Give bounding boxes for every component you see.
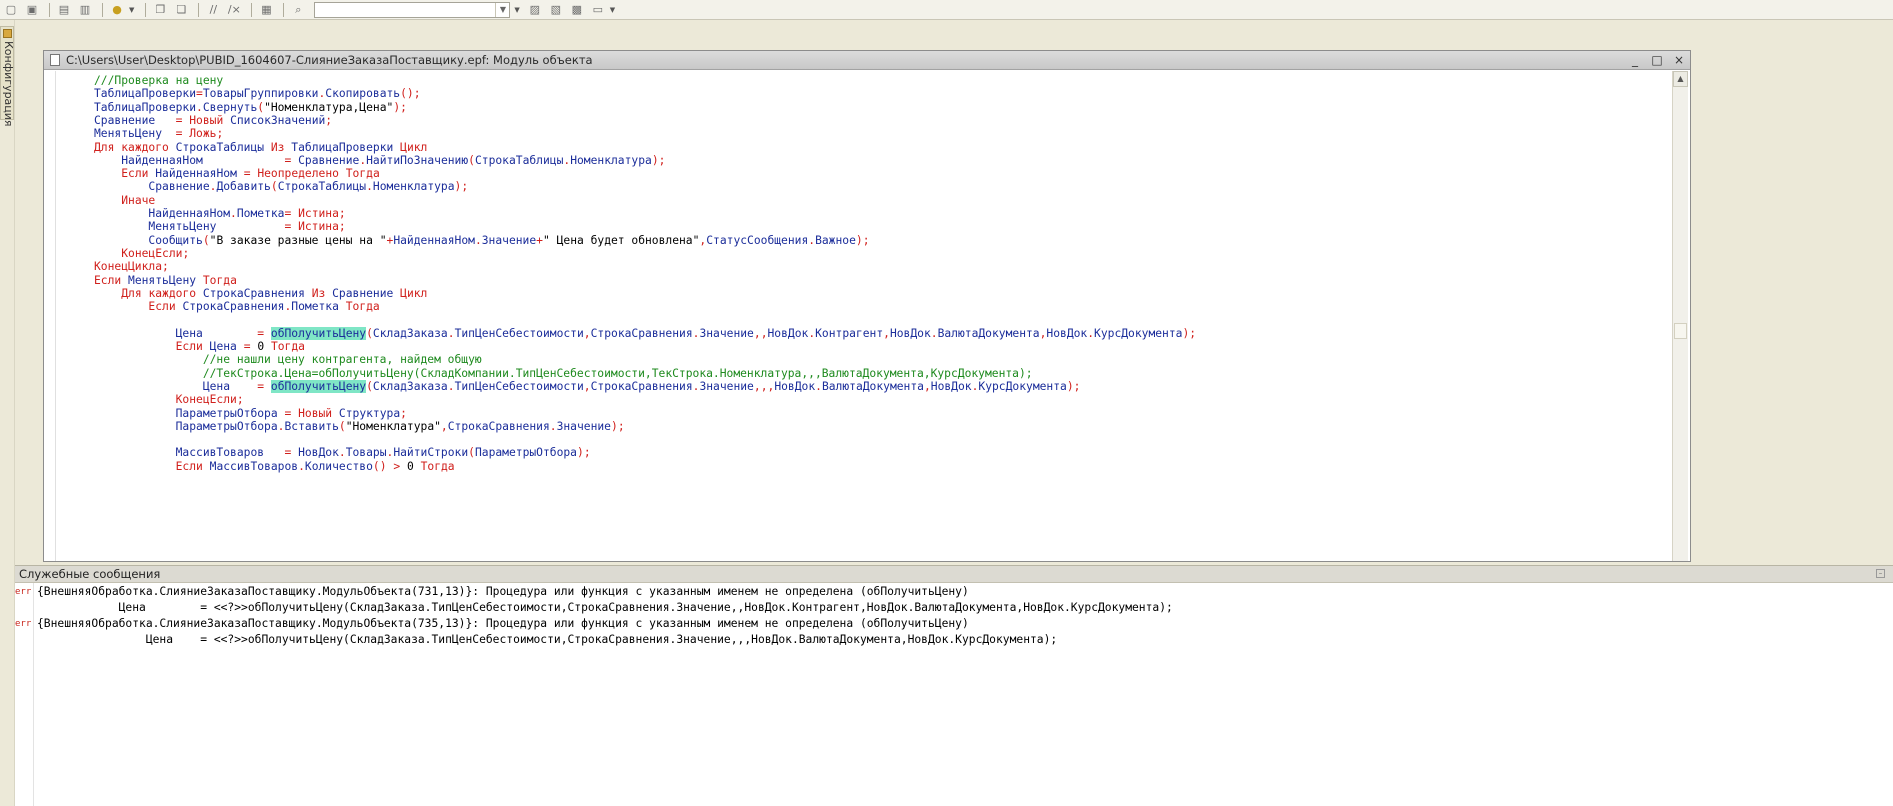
save-icon[interactable]: ▤ <box>55 2 73 18</box>
toolbar-separator <box>198 2 200 17</box>
chevron-down-icon[interactable]: ▼ <box>495 2 509 17</box>
toolbar-separator <box>145 2 147 17</box>
vertical-scrollbar[interactable]: ▲ <box>1672 71 1688 561</box>
scroll-up-icon[interactable]: ▲ <box>1673 71 1688 87</box>
code-line[interactable]: Если СтрокаСравнения.Пометка Тогда <box>94 299 379 315</box>
code-editor[interactable]: ///Проверка на цену ТаблицаПроверки=Товар… <box>48 71 1669 561</box>
error-marker-icon: err <box>15 587 32 597</box>
messages-title-label: Служебные сообщения <box>19 567 161 581</box>
code-line[interactable]: Если МассивТоваров.Количество() > 0 Тогд… <box>94 459 455 475</box>
window-titlebar[interactable]: C:\Users\User\Desktop\PUBID_1604607-Слия… <box>44 51 1690 70</box>
error-marker-icon: err <box>15 619 32 629</box>
pin-icon[interactable]: – <box>1876 569 1885 578</box>
run-icon[interactable]: ● <box>108 2 126 18</box>
configuration-icon <box>3 29 12 38</box>
bookmark-clear-icon[interactable]: ▭ <box>589 2 607 18</box>
bookmark-next-icon[interactable]: ▧ <box>547 2 565 18</box>
service-messages-panel: Служебные сообщения – err {ВнешняяОбработ… <box>15 565 1893 806</box>
bookmark-icon[interactable]: ▨ <box>526 2 544 18</box>
paste-icon[interactable]: ❏ <box>172 2 190 18</box>
message-text: {ВнешняяОбработка.СлияниеЗаказаПоставщик… <box>37 585 969 598</box>
minimize-button[interactable]: _ <box>1624 53 1646 67</box>
bookmark-prev-icon[interactable]: ▩ <box>568 2 586 18</box>
main-toolbar: ▢ ▣ ▤ ▥ ● ▼ ❐ ❏ // /× ▦ ⌕ ▼ ▼ ▨ ▧ ▩ ▭ ▼ <box>0 0 1893 20</box>
new-icon[interactable]: ▢ <box>2 2 20 18</box>
document-icon <box>50 54 60 66</box>
restore-button[interactable]: □ <box>1646 53 1668 67</box>
code-line[interactable]: Сообщить("В заказе разные цены на "+Найд… <box>94 233 869 249</box>
indent-icon[interactable]: ▦ <box>257 2 275 18</box>
close-button[interactable]: × <box>1668 53 1690 67</box>
chevron-down-icon[interactable]: ▼ <box>514 6 519 14</box>
save-all-icon[interactable]: ▥ <box>76 2 94 18</box>
comment-icon[interactable]: // <box>204 2 222 18</box>
module-editor-window: C:\Users\User\Desktop\PUBID_1604607-Слия… <box>43 50 1691 562</box>
find-icon[interactable]: ⌕ <box>289 2 307 18</box>
message-text: {ВнешняяОбработка.СлияниеЗаказаПоставщик… <box>37 617 969 630</box>
search-combo[interactable]: ▼ <box>314 1 511 18</box>
toolbar-separator <box>251 2 253 17</box>
code-line[interactable]: ПараметрыОтбора.Вставить("Номенклатура",… <box>94 419 625 435</box>
toolbar-separator <box>283 2 285 17</box>
open-icon[interactable]: ▣ <box>23 2 41 18</box>
scroll-thumb[interactable] <box>1674 323 1687 339</box>
window-title: C:\Users\User\Desktop\PUBID_1604607-Слия… <box>66 53 593 67</box>
copy-icon[interactable]: ❐ <box>151 2 169 18</box>
messages-panel-title: Служебные сообщения – <box>15 566 1893 583</box>
toolbar-separator <box>49 2 50 17</box>
message-text: Цена = <<?>>обПолучитьЦену(СкладЗаказа.Т… <box>37 601 1173 614</box>
message-text: Цена = <<?>>обПолучитьЦену(СкладЗаказа.Т… <box>37 633 1058 646</box>
configuration-side-tab[interactable]: Конфигурация <box>0 26 15 127</box>
editor-gutter <box>48 71 56 561</box>
chevron-down-icon[interactable]: ▼ <box>129 6 134 14</box>
uncomment-icon[interactable]: /× <box>225 2 243 18</box>
toolbar-separator <box>102 2 103 17</box>
chevron-down-icon[interactable]: ▼ <box>610 6 615 14</box>
